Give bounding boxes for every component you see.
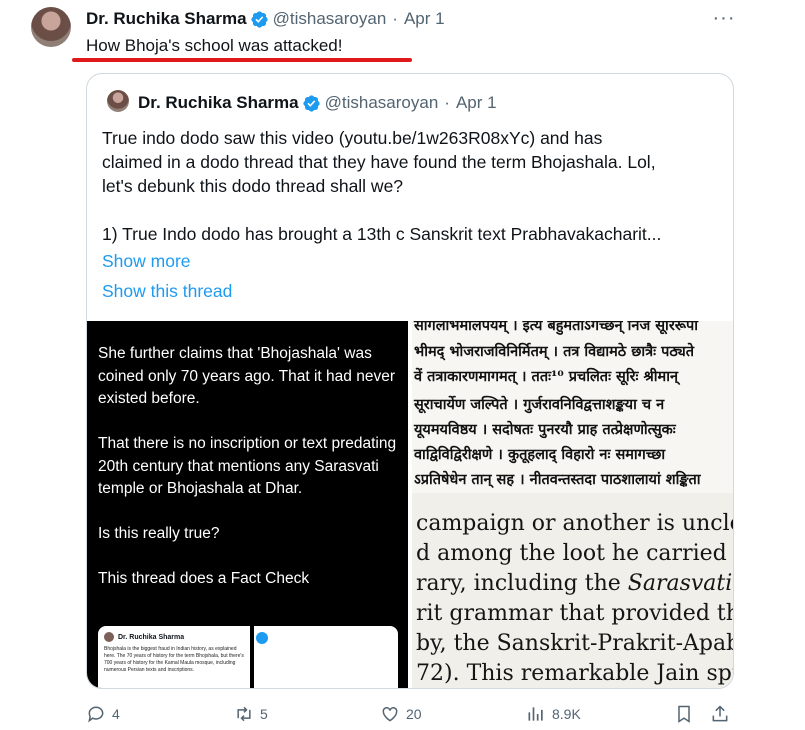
tweet: Dr. Ruchika Sharma @tishasaroyan · Apr 1… [0,0,805,730]
mini-text: Bhojshala is the biggest fraud in Indian… [104,646,244,673]
tweet-text: How Bhoja's school was attacked! [86,36,343,55]
english-line-part: rary, including the [416,571,628,596]
media-image-text-card[interactable]: She further claims that 'Bhojashala' was… [87,321,408,688]
share-icon [712,705,728,722]
sanskrit-line: वें तत्राकारणमागमत् । ततः¹⁰ प्रचलितः सूर… [414,368,679,385]
author-handle[interactable]: @tishasaroyan [273,9,387,29]
show-thread-link[interactable]: Show this thread [102,281,232,302]
english-line: d among the loot he carried back [416,541,733,566]
embedded-tweet-screenshot: Dr. Ruchika Sharma Bhojshala is the bigg… [98,626,398,688]
english-line: 72). This remarkable Jain spiritu [416,661,733,686]
quoted-author-avatar [107,90,129,112]
post-date[interactable]: Apr 1 [404,9,445,29]
image-text: She further claims that 'Bhojashala' was… [98,343,398,591]
verified-badge-icon [251,10,268,28]
quoted-author-name: Dr. Ruchika Sharma [138,93,299,112]
more-icon[interactable]: ··· [710,7,738,29]
views-icon [528,707,543,721]
author-avatar[interactable] [31,7,71,47]
quote-line: 1) True Indo dodo has brought a 13th c S… [102,224,662,244]
image-paragraph: Is this really true? [98,525,220,542]
media-book-scan[interactable]: सागलाभमालपयम् । इत्यं बहुमताऽगच्छन् निज … [412,321,734,688]
sanskrit-line: भीमद् भोजराजविनिर्मितम् । तत्र विद्यामठे… [414,343,695,360]
mini-header: Dr. Ruchika Sharma [104,632,184,642]
quote-line: claimed in a dodo thread that they have … [102,152,656,172]
reply-count: 4 [112,706,120,722]
quote-line: True indo dodo saw this video (youtu.be/… [102,128,603,148]
like-button[interactable]: 20 [380,704,422,724]
views-count: 8.9K [552,706,581,722]
sanskrit-line: सागलाभमालपयम् । इत्यं बहुमताऽगच्छन् निज … [414,321,699,334]
separator-dot: · [444,93,450,112]
quoted-tweet-header: Dr. Ruchika Sharma @tishasaroyan · Apr 1 [138,93,497,113]
quoted-post-date: Apr 1 [455,93,497,112]
reply-icon [88,706,104,723]
separator-dot: · [392,9,398,28]
quoted-tweet[interactable]: Dr. Ruchika Sharma @tishasaroyan · Apr 1… [86,73,734,689]
verified-badge-icon [303,94,320,112]
scrollbar[interactable] [797,0,805,730]
quote-line: let's debunk this dodo thread shall we? [102,176,404,196]
like-icon [382,706,398,722]
english-line: rit grammar that provided the [416,601,734,626]
mini-avatar [104,632,114,642]
mini-author-name: Dr. Ruchika Sharma [118,633,185,641]
quoted-author-handle: @tishasaroyan [324,93,439,112]
quoted-tweet-text: True indo dodo saw this video (youtu.be/… [102,126,722,246]
sanskrit-text-scan: सागलाभमालपयम् । इत्यं बहुमताऽगच्छन् निज … [412,321,733,493]
sanskrit-line: ऽप्रतिषेधेन तान् सह । नीतवन्तस्तदा पाठशा… [414,471,701,488]
red-underline-annotation [72,58,412,62]
english-line: rary, including the Sarasvatikanth [416,571,733,596]
bookmark-icon [678,705,690,723]
repost-icon [237,706,251,722]
tweet-header: Dr. Ruchika Sharma @tishasaroyan · Apr 1 [86,8,445,30]
repost-button[interactable]: 5 [234,704,268,724]
sanskrit-line: सूराचार्येण जल्पिते । गुर्जरावनिविद्वत्त… [414,396,665,413]
action-bar: 4 5 20 8.9K [86,704,734,728]
bookmark-button[interactable] [674,704,694,724]
image-paragraph: She further claims that 'Bhojashala' was… [98,345,395,407]
mini-verified-icon [256,632,268,644]
views-button[interactable]: 8.9K [526,704,581,724]
media-gallery[interactable]: She further claims that 'Bhojashala' was… [87,321,734,688]
english-line: campaign or another is unclear [416,511,734,536]
italic-word: Sarasvatikanth [627,571,733,596]
sanskrit-line: यूयमयविष्ठय । सदोषतः पुनरयौ प्राह तत्प्र… [414,421,676,438]
author-name[interactable]: Dr. Ruchika Sharma [86,9,247,29]
repost-count: 5 [260,706,268,722]
sanskrit-line: वाद्विविद्विरीक्षणे । कुतूहलाद् विहारो न… [414,446,666,463]
english-line: by, the Sanskrit-Prakrit-Apabh [416,631,734,656]
image-paragraph: That there is no inscription or text pre… [98,435,397,497]
reply-button[interactable]: 4 [86,704,120,724]
image-paragraph: This thread does a Fact Check [98,570,310,587]
like-count: 20 [406,706,422,722]
show-more-link[interactable]: Show more [102,251,191,272]
share-button[interactable] [710,704,730,724]
